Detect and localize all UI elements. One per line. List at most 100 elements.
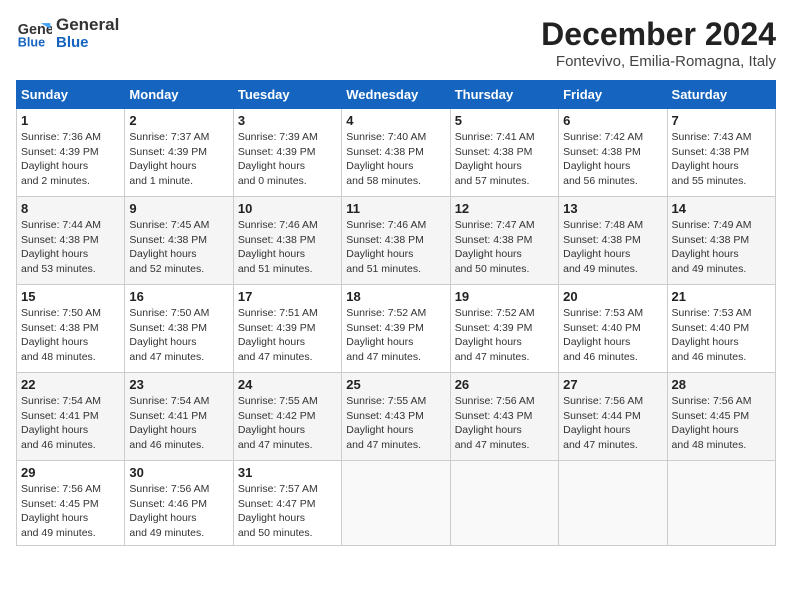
calendar-cell: 8 Sunrise: 7:44 AMSunset: 4:38 PMDaylight… bbox=[17, 197, 125, 285]
calendar-cell bbox=[450, 461, 558, 546]
calendar-cell: 2 Sunrise: 7:37 AMSunset: 4:39 PMDaylight… bbox=[125, 109, 233, 197]
day-info: Sunrise: 7:42 AMSunset: 4:38 PMDaylight … bbox=[563, 130, 662, 189]
day-number: 17 bbox=[238, 289, 337, 304]
day-header-saturday: Saturday bbox=[667, 81, 775, 109]
day-number: 19 bbox=[455, 289, 554, 304]
day-info: Sunrise: 7:37 AMSunset: 4:39 PMDaylight … bbox=[129, 130, 228, 189]
day-info: Sunrise: 7:56 AMSunset: 4:45 PMDaylight … bbox=[21, 482, 120, 541]
day-info: Sunrise: 7:54 AMSunset: 4:41 PMDaylight … bbox=[21, 394, 120, 453]
page-header: General Blue General Blue December 2024 … bbox=[16, 16, 776, 70]
logo-text: General Blue bbox=[56, 16, 119, 51]
day-info: Sunrise: 7:46 AMSunset: 4:38 PMDaylight … bbox=[346, 218, 445, 277]
day-header-wednesday: Wednesday bbox=[342, 81, 450, 109]
logo: General Blue General Blue bbox=[16, 16, 119, 52]
calendar-cell: 17Sunrise: 7:51 AMSunset: 4:39 PMDayligh… bbox=[233, 285, 341, 373]
day-header-tuesday: Tuesday bbox=[233, 81, 341, 109]
day-info: Sunrise: 7:52 AMSunset: 4:39 PMDaylight … bbox=[455, 306, 554, 365]
calendar-cell bbox=[559, 461, 667, 546]
day-info: Sunrise: 7:40 AMSunset: 4:38 PMDaylight … bbox=[346, 130, 445, 189]
day-number: 22 bbox=[21, 377, 120, 392]
day-number: 23 bbox=[129, 377, 228, 392]
calendar-cell: 28Sunrise: 7:56 AMSunset: 4:45 PMDayligh… bbox=[667, 373, 775, 461]
day-number: 27 bbox=[563, 377, 662, 392]
month-title: December 2024 bbox=[541, 16, 776, 53]
calendar-cell: 15Sunrise: 7:50 AMSunset: 4:38 PMDayligh… bbox=[17, 285, 125, 373]
calendar-cell: 12 Sunrise: 7:47 AMSunset: 4:38 PMDayligh… bbox=[450, 197, 558, 285]
calendar-cell: 29 Sunrise: 7:56 AMSunset: 4:45 PMDayligh… bbox=[17, 461, 125, 546]
day-info: Sunrise: 7:39 AMSunset: 4:39 PMDaylight … bbox=[238, 130, 337, 189]
day-number: 16 bbox=[129, 289, 228, 304]
calendar-cell: 18 Sunrise: 7:52 AMSunset: 4:39 PMDayligh… bbox=[342, 285, 450, 373]
day-number: 7 bbox=[672, 113, 771, 128]
day-number: 6 bbox=[563, 113, 662, 128]
calendar-cell: 26 Sunrise: 7:56 AMSunset: 4:43 PMDayligh… bbox=[450, 373, 558, 461]
calendar-cell: 9Sunrise: 7:45 AMSunset: 4:38 PMDaylight… bbox=[125, 197, 233, 285]
calendar-cell: 10 Sunrise: 7:46 AMSunset: 4:38 PMDayligh… bbox=[233, 197, 341, 285]
day-header-friday: Friday bbox=[559, 81, 667, 109]
day-info: Sunrise: 7:50 AMSunset: 4:38 PMDaylight … bbox=[129, 306, 228, 365]
calendar-cell: 30 Sunrise: 7:56 AMSunset: 4:46 PMDayligh… bbox=[125, 461, 233, 546]
svg-text:Blue: Blue bbox=[18, 36, 45, 50]
day-number: 20 bbox=[563, 289, 662, 304]
day-number: 18 bbox=[346, 289, 445, 304]
day-number: 14 bbox=[672, 201, 771, 216]
day-number: 24 bbox=[238, 377, 337, 392]
day-info: Sunrise: 7:36 AMSunset: 4:39 PMDaylight … bbox=[21, 130, 120, 189]
calendar-cell: 31Sunrise: 7:57 AMSunset: 4:47 PMDayligh… bbox=[233, 461, 341, 546]
calendar-table: SundayMondayTuesdayWednesdayThursdayFrid… bbox=[16, 80, 776, 546]
day-header-thursday: Thursday bbox=[450, 81, 558, 109]
day-info: Sunrise: 7:46 AMSunset: 4:38 PMDaylight … bbox=[238, 218, 337, 277]
day-info: Sunrise: 7:45 AMSunset: 4:38 PMDaylight … bbox=[129, 218, 228, 277]
day-info: Sunrise: 7:50 AMSunset: 4:38 PMDaylight … bbox=[21, 306, 120, 365]
day-info: Sunrise: 7:41 AMSunset: 4:38 PMDaylight … bbox=[455, 130, 554, 189]
day-number: 28 bbox=[672, 377, 771, 392]
day-number: 31 bbox=[238, 465, 337, 480]
day-info: Sunrise: 7:43 AMSunset: 4:38 PMDaylight … bbox=[672, 130, 771, 189]
calendar-cell: 24 Sunrise: 7:55 AMSunset: 4:42 PMDayligh… bbox=[233, 373, 341, 461]
day-number: 2 bbox=[129, 113, 228, 128]
day-number: 29 bbox=[21, 465, 120, 480]
calendar-cell: 14Sunrise: 7:49 AMSunset: 4:38 PMDayligh… bbox=[667, 197, 775, 285]
calendar-cell: 11Sunrise: 7:46 AMSunset: 4:38 PMDayligh… bbox=[342, 197, 450, 285]
calendar-cell: 6 Sunrise: 7:42 AMSunset: 4:38 PMDaylight… bbox=[559, 109, 667, 197]
day-number: 12 bbox=[455, 201, 554, 216]
day-number: 8 bbox=[21, 201, 120, 216]
day-number: 30 bbox=[129, 465, 228, 480]
calendar-cell: 27 Sunrise: 7:56 AMSunset: 4:44 PMDayligh… bbox=[559, 373, 667, 461]
day-info: Sunrise: 7:44 AMSunset: 4:38 PMDaylight … bbox=[21, 218, 120, 277]
calendar-cell: 13 Sunrise: 7:48 AMSunset: 4:38 PMDayligh… bbox=[559, 197, 667, 285]
day-info: Sunrise: 7:52 AMSunset: 4:39 PMDaylight … bbox=[346, 306, 445, 365]
day-number: 26 bbox=[455, 377, 554, 392]
calendar-cell: 7 Sunrise: 7:43 AMSunset: 4:38 PMDaylight… bbox=[667, 109, 775, 197]
day-number: 10 bbox=[238, 201, 337, 216]
day-info: Sunrise: 7:56 AMSunset: 4:46 PMDaylight … bbox=[129, 482, 228, 541]
day-info: Sunrise: 7:56 AMSunset: 4:44 PMDaylight … bbox=[563, 394, 662, 453]
day-info: Sunrise: 7:48 AMSunset: 4:38 PMDaylight … bbox=[563, 218, 662, 277]
calendar-cell bbox=[667, 461, 775, 546]
day-number: 5 bbox=[455, 113, 554, 128]
day-number: 25 bbox=[346, 377, 445, 392]
day-header-monday: Monday bbox=[125, 81, 233, 109]
day-number: 3 bbox=[238, 113, 337, 128]
calendar-cell: 20Sunrise: 7:53 AMSunset: 4:40 PMDayligh… bbox=[559, 285, 667, 373]
day-info: Sunrise: 7:56 AMSunset: 4:43 PMDaylight … bbox=[455, 394, 554, 453]
calendar-cell: 3 Sunrise: 7:39 AMSunset: 4:39 PMDaylight… bbox=[233, 109, 341, 197]
day-info: Sunrise: 7:53 AMSunset: 4:40 PMDaylight … bbox=[672, 306, 771, 365]
day-number: 1 bbox=[21, 113, 120, 128]
day-info: Sunrise: 7:54 AMSunset: 4:41 PMDaylight … bbox=[129, 394, 228, 453]
calendar-header-row: SundayMondayTuesdayWednesdayThursdayFrid… bbox=[17, 81, 776, 109]
day-info: Sunrise: 7:55 AMSunset: 4:42 PMDaylight … bbox=[238, 394, 337, 453]
calendar-cell: 23 Sunrise: 7:54 AMSunset: 4:41 PMDayligh… bbox=[125, 373, 233, 461]
day-info: Sunrise: 7:47 AMSunset: 4:38 PMDaylight … bbox=[455, 218, 554, 277]
calendar-cell bbox=[342, 461, 450, 546]
day-info: Sunrise: 7:55 AMSunset: 4:43 PMDaylight … bbox=[346, 394, 445, 453]
calendar-cell: 1 Sunrise: 7:36 AMSunset: 4:39 PMDaylight… bbox=[17, 109, 125, 197]
calendar-cell: 4Sunrise: 7:40 AMSunset: 4:38 PMDaylight… bbox=[342, 109, 450, 197]
day-number: 13 bbox=[563, 201, 662, 216]
day-header-sunday: Sunday bbox=[17, 81, 125, 109]
calendar-cell: 5 Sunrise: 7:41 AMSunset: 4:38 PMDaylight… bbox=[450, 109, 558, 197]
location: Fontevivo, Emilia-Romagna, Italy bbox=[541, 53, 776, 70]
calendar-cell: 25 Sunrise: 7:55 AMSunset: 4:43 PMDayligh… bbox=[342, 373, 450, 461]
calendar-cell: 16 Sunrise: 7:50 AMSunset: 4:38 PMDayligh… bbox=[125, 285, 233, 373]
day-number: 21 bbox=[672, 289, 771, 304]
